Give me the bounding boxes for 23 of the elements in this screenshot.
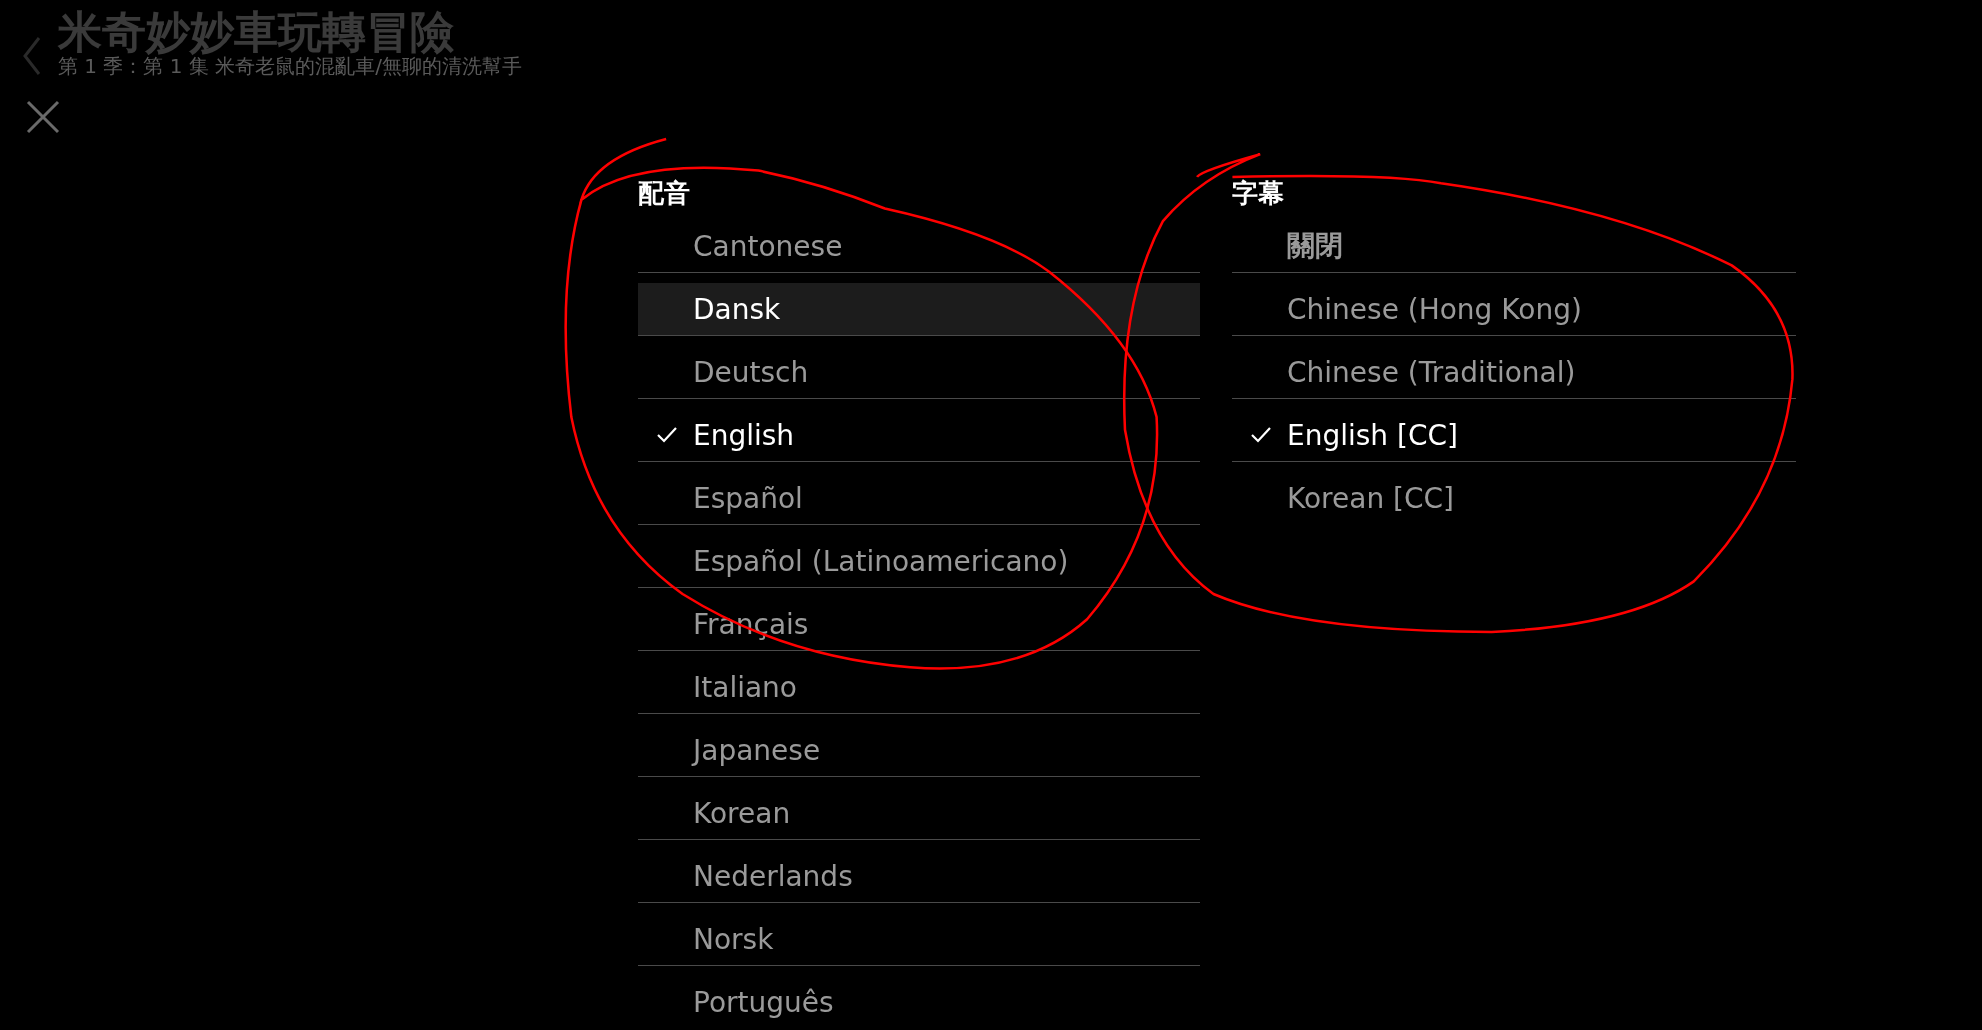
language-option[interactable]: Korean (638, 777, 1200, 840)
language-option[interactable]: Chinese (Traditional) (1232, 336, 1796, 399)
language-option[interactable]: Nederlands (638, 840, 1200, 903)
language-option[interactable]: Korean [CC] (1232, 462, 1796, 525)
language-option[interactable]: Italiano (638, 651, 1200, 714)
language-option[interactable]: English [CC] (1232, 399, 1796, 462)
episode-subtitle: 第 1 季：第 1 集 米奇老鼠的混亂車/無聊的清洗幫手 (58, 54, 522, 78)
language-option[interactable]: Chinese (Hong Kong) (1232, 273, 1796, 336)
checkmark-icon (655, 426, 678, 444)
language-option[interactable]: Português (638, 966, 1200, 1029)
language-option[interactable]: Deutsch (638, 336, 1200, 399)
language-option[interactable]: English (638, 399, 1200, 462)
show-title: 米奇妙妙車玩轉冒險 (58, 6, 454, 57)
column-heading: 配音 (638, 177, 690, 210)
language-option[interactable]: Japanese (638, 714, 1200, 777)
language-option[interactable]: Norsk (638, 903, 1200, 966)
language-option[interactable]: Cantonese (638, 210, 1200, 273)
language-option[interactable]: Español (Latinoamericano) (638, 525, 1200, 588)
language-option[interactable]: 關閉 (1232, 210, 1796, 273)
close-icon[interactable] (26, 100, 60, 134)
checkmark-icon (1249, 426, 1272, 444)
language-option[interactable]: Español (638, 462, 1200, 525)
column-heading: 字幕 (1232, 177, 1284, 210)
